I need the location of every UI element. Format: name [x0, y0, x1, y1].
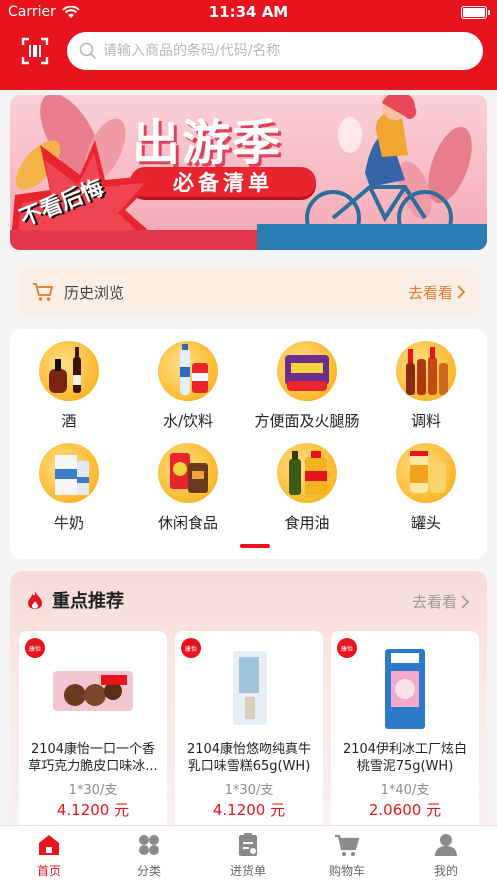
instant-noodle-icon: [277, 341, 337, 401]
promo-banner[interactable]: 出游季 必备清单 不看后悔: [10, 95, 487, 250]
cooking-oil-icon: [277, 443, 337, 503]
tab-category[interactable]: 分类: [114, 832, 184, 879]
home-icon: [39, 835, 59, 855]
category-item-cooking-oil[interactable]: 食用油: [252, 443, 362, 533]
product-name: 2104伊利冰工厂炫白桃雪泥75g(WH): [342, 742, 468, 774]
category-label: 水/饮料: [162, 412, 214, 430]
tab-cart[interactable]: 购物车: [312, 832, 382, 879]
tab-order[interactable]: 进货单: [213, 832, 283, 879]
recommend-header: 重点推荐: [26, 587, 124, 613]
recommend-title: 重点推荐: [52, 591, 124, 612]
tab-bar: 首页 分类 进货单 购物车 我的: [0, 825, 497, 883]
beverage-icon: [158, 341, 218, 401]
tab-home[interactable]: 首页: [14, 832, 84, 879]
tab-label: 分类: [136, 864, 161, 878]
category-item-seasoning[interactable]: 调料: [371, 341, 481, 431]
category-label: 调料: [410, 412, 441, 430]
status-bar: Carrier 11:34 AM: [0, 0, 497, 26]
scan-icon[interactable]: [20, 36, 50, 66]
search-bar[interactable]: [67, 32, 483, 70]
cart-icon: [33, 283, 54, 301]
history-more-link[interactable]: 去看看: [408, 282, 465, 303]
category-label: 酒: [61, 412, 77, 430]
brand-logo: 康怡: [181, 638, 201, 658]
flame-icon: [28, 591, 42, 609]
recommend-section: 重点推荐 去看看 康怡 2104康怡一口一个香草巧克力脆皮口味冰... 1*30…: [10, 571, 487, 831]
category-item-wine[interactable]: 酒: [14, 341, 124, 431]
search-icon: [79, 42, 97, 60]
product-price: 4.1200 元: [56, 801, 130, 819]
product-name: 2104康怡一口一个香草巧克力脆皮口味冰...: [28, 742, 158, 774]
category-item-instant-noodle[interactable]: 方便面及火腿肠: [252, 341, 362, 431]
seasoning-icon: [396, 341, 456, 401]
brand-logo: 康怡: [337, 638, 357, 658]
cart-icon: [335, 834, 360, 856]
category-label: 休闲食品: [157, 514, 218, 532]
category-label: 食用油: [284, 514, 330, 532]
chevron-right-icon: [457, 285, 465, 299]
category-item-beverage[interactable]: 水/饮料: [133, 341, 243, 431]
milk-icon: [39, 443, 99, 503]
header: Carrier 11:34 AM: [0, 0, 497, 90]
chevron-right-icon: [461, 594, 469, 609]
page-indicator: [240, 544, 270, 548]
category-item-milk[interactable]: 牛奶: [14, 443, 124, 533]
history-bar[interactable]: 历史浏览 去看看: [18, 268, 479, 316]
tab-label: 我的: [433, 864, 458, 878]
profile-icon: [435, 834, 457, 856]
product-price: 2.0600 元: [368, 801, 442, 819]
tab-label: 进货单: [229, 864, 266, 878]
recommend-more-link[interactable]: 去看看: [412, 591, 469, 612]
category-item-canned-food[interactable]: 罐头: [371, 443, 481, 533]
history-more-label: 去看看: [407, 283, 453, 302]
banner-water: [257, 224, 487, 250]
tab-label: 首页: [36, 864, 61, 878]
category-item-snack[interactable]: 休闲食品: [133, 443, 243, 533]
category-grid: 酒 水/饮料 方便面及火腿肠 调料 牛奶 休闲食品 食用油 罐头: [10, 329, 487, 559]
product-name: 2104康怡悠吻纯真牛乳口味雪糕65g(WH): [186, 742, 312, 774]
category-label: 罐头: [410, 514, 441, 532]
product-image: [53, 671, 133, 711]
product-price: 4.1200 元: [212, 801, 286, 819]
product-spec: 1*30/支: [224, 783, 274, 798]
product-card[interactable]: 康怡 2104康怡悠吻纯真牛乳口味雪糕65g(WH) 1*30/支 4.1200…: [175, 631, 323, 831]
product-image: [385, 649, 425, 729]
product-spec: 1*40/支: [380, 783, 430, 798]
brand-logo: 康怡: [25, 638, 45, 658]
recommend-more-label: 去看看: [411, 593, 457, 611]
product-image: [233, 651, 267, 725]
order-icon: [239, 833, 257, 856]
canned-food-icon: [396, 443, 456, 503]
category-label: 牛奶: [53, 514, 84, 532]
battery-icon: [461, 6, 490, 19]
product-card[interactable]: 康怡 2104康怡一口一个香草巧克力脆皮口味冰... 1*30/支 4.1200…: [19, 631, 167, 831]
wine-icon: [39, 341, 99, 401]
category-icon: [139, 835, 159, 855]
product-card[interactable]: 康怡 2104伊利冰工厂炫白桃雪泥75g(WH) 1*40/支 2.0600 元: [331, 631, 479, 831]
search-input[interactable]: [103, 43, 463, 59]
tab-label: 购物车: [328, 864, 365, 878]
tab-profile[interactable]: 我的: [411, 832, 481, 879]
snack-icon: [158, 443, 218, 503]
product-spec: 1*30/支: [68, 783, 118, 798]
status-time: 11:34 AM: [208, 3, 289, 21]
history-label: 历史浏览: [64, 283, 125, 302]
category-label: 方便面及火腿肠: [254, 412, 360, 430]
